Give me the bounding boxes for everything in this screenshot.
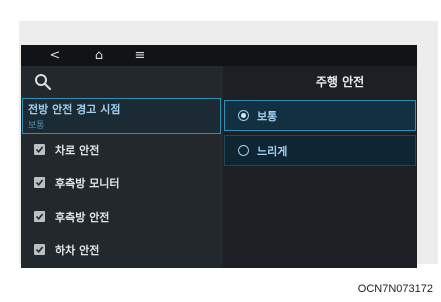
option-normal[interactable]: 보통	[224, 100, 416, 131]
option-slow[interactable]: 느리게	[224, 135, 416, 166]
search-row	[21, 66, 223, 98]
panel-title: 주행 안전	[315, 75, 365, 89]
list-item-title: 전방 안전 경고 시점	[28, 103, 121, 116]
infotainment-screen: < ⌂ ≡ 전방 안전 경고 시점 보통 차로 안전 후측방 모니터 후측방 안…	[21, 45, 417, 268]
figure-code: OCN7N073172	[357, 283, 433, 295]
list-item-label: 후측방 안전	[55, 211, 110, 224]
list-item-label: 하차 안전	[55, 244, 100, 257]
list-item-lane-safety[interactable]: 차로 안전	[21, 134, 223, 166]
list-item-blind-spot-safety[interactable]: 후측방 안전	[21, 201, 223, 233]
radio-icon[interactable]	[238, 145, 249, 156]
list-item-subtitle: 보통	[28, 121, 45, 131]
option-label: 보통	[257, 110, 278, 123]
checkbox-icon[interactable]	[34, 244, 45, 255]
list-item-label: 차로 안전	[55, 144, 100, 157]
checkbox-icon[interactable]	[34, 144, 45, 155]
search-icon[interactable]	[33, 72, 53, 92]
back-icon[interactable]: <	[45, 45, 65, 66]
menu-icon[interactable]: ≡	[130, 45, 150, 66]
checkbox-icon[interactable]	[34, 211, 45, 222]
option-label: 느리게	[257, 145, 288, 158]
top-nav-bar: < ⌂ ≡	[21, 45, 417, 66]
radio-icon[interactable]	[238, 110, 249, 121]
settings-list: 전방 안전 경고 시점 보통 차로 안전 후측방 모니터 후측방 안전 하차 안…	[21, 66, 223, 268]
radio-dot	[241, 113, 246, 118]
list-item-forward-safety-warning-timing[interactable]: 전방 안전 경고 시점 보통	[22, 98, 221, 134]
list-item-safe-exit[interactable]: 하차 안전	[21, 234, 223, 266]
checkbox-icon[interactable]	[34, 177, 45, 188]
detail-panel: 주행 안전 보통 느리게	[223, 66, 417, 268]
list-item-label: 후측방 모니터	[55, 177, 120, 190]
home-icon[interactable]: ⌂	[89, 45, 109, 66]
list-item-blind-spot-monitor[interactable]: 후측방 모니터	[21, 167, 223, 199]
